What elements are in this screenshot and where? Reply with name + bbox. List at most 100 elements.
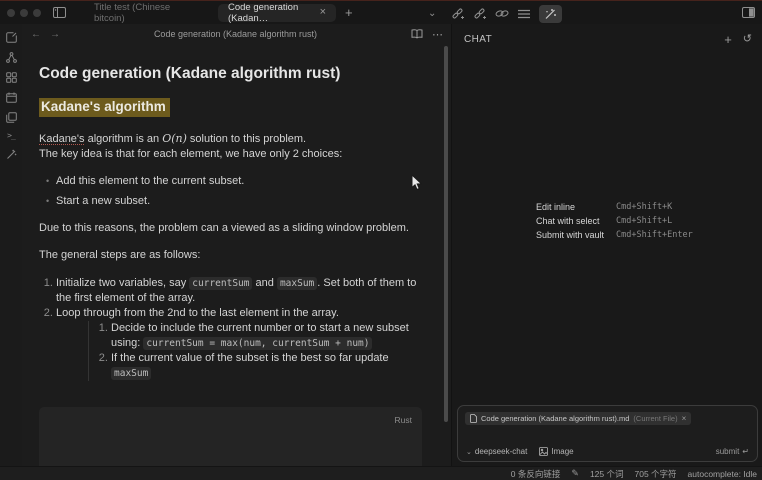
nested-steps-list: Decide to include the current number or … [88,321,422,381]
left-sidebar-toggle-icon[interactable] [53,7,66,18]
word-count: 125 个词 [590,468,624,480]
graph-view-icon[interactable] [5,51,17,63]
chat-panel-title: CHAT [464,34,724,45]
chip-current-file-badge: (Current File) [633,414,677,423]
paragraph-general-steps: The general steps are as follows: [39,248,422,263]
chat-input-box[interactable]: Code generation (Kadane algorithm rust).… [457,405,758,462]
autocomplete-status: autocomplete: Idle [688,469,757,479]
code-block: Rust [39,407,422,466]
chip-close-icon[interactable]: × [682,414,687,423]
more-options-icon[interactable]: ⋯ [432,28,443,41]
list-item: Loop through from the 2nd to the last el… [56,306,422,381]
links-icon[interactable] [495,8,509,19]
text-run: algorithm is an [85,133,163,145]
mouse-cursor [411,174,423,191]
nav-back-icon[interactable]: ← [31,29,41,40]
list-item: Start a new subset. [56,194,422,209]
minimize-window-button[interactable] [20,9,28,17]
text-run: The key idea is that for each element, w… [39,147,422,162]
model-selector[interactable]: ⌄ deepseek-chat [466,447,527,456]
editor-header: ← → Code generation (Kadane algorithm ru… [22,24,451,44]
text-run: solution to this problem. [187,133,306,145]
magic-wand-icon[interactable] [539,5,562,23]
new-note-icon[interactable] [5,31,17,43]
zoom-window-button[interactable] [33,9,41,17]
inline-code: currentSum [189,277,252,290]
main-area: >_ ← → Code generation (Kadane algorithm… [0,24,762,466]
breadcrumb: Code generation (Kadane algorithm rust) [60,29,411,39]
math-on: O(n) [162,132,187,145]
tab-title-test[interactable]: Title test (Chinese bitcoin) [84,1,212,24]
model-name: deepseek-chat [475,447,527,456]
char-count: 705 个字符 [634,468,676,480]
edit-mode-pencil-icon[interactable]: ✎ [571,468,579,479]
highlighted-heading: Kadane's algorithm [39,98,170,117]
choice-list: Add this element to the current subset. … [39,174,422,209]
backlinks-count[interactable]: 0 条反向链接 [511,468,561,480]
enter-key-icon: ↵ [742,447,749,456]
list-icon[interactable] [518,9,530,19]
toolbar-icons: ⌄ [428,2,562,25]
image-icon [539,447,548,456]
add-link-alt-icon[interactable] [473,7,486,20]
reading-view-book-icon[interactable] [411,29,423,39]
tab-label: Code generation (Kadan… [228,2,312,24]
list-item: Decide to include the current number or … [111,321,422,351]
window-top-accent [0,0,762,1]
shortcut-keys: Cmd+Shift+L [616,216,693,226]
note-content: Code generation (Kadane algorithm rust) … [22,65,451,466]
templates-icon[interactable] [5,111,17,123]
status-bar: 0 条反向链接 ✎ 125 个词 705 个字符 autocomplete: I… [0,466,762,480]
chat-history-icon[interactable]: ↺ [743,34,752,45]
steps-list: Initialize two variables, say currentSum… [39,276,422,381]
chevron-down-icon[interactable]: ⌄ [428,8,436,19]
shortcut-label: Chat with select [536,216,606,226]
list-item: Add this element to the current subset. [56,174,422,189]
right-sidebar-toggle-icon[interactable] [742,7,755,18]
editor-scrollbar[interactable] [444,46,448,422]
traffic-lights [0,9,49,17]
paragraph-intro: Kadane's algorithm is an O(n) solution t… [39,131,422,162]
wand-ribbon-icon[interactable] [5,148,17,160]
title-bar: Title test (Chinese bitcoin) Code genera… [0,1,762,24]
app-window: Title test (Chinese bitcoin) Code genera… [0,0,762,480]
inline-code: maxSum [111,367,151,380]
submit-button[interactable]: submit ↵ [716,447,749,456]
inline-code: maxSum [277,277,317,290]
chat-input-toolbar: ⌄ deepseek-chat Image submit ↵ [466,447,749,456]
shortcut-label: Edit inline [536,202,606,212]
chat-shortcuts: Edit inline Cmd+Shift+K Chat with select… [536,202,693,240]
chevron-down-icon: ⌄ [466,448,472,456]
code-block-language-label: Rust [395,413,412,428]
left-ribbon: >_ [0,24,22,466]
shortcut-keys: Cmd+Shift+Enter [616,230,693,240]
nav-forward-icon[interactable]: → [50,29,60,40]
close-window-button[interactable] [7,9,15,17]
chat-panel: CHAT + ↺ Edit inline Cmd+Shift+K Chat wi… [452,24,762,466]
canvas-grid-icon[interactable] [5,71,17,83]
image-label: Image [551,447,573,456]
terminal-icon[interactable]: >_ [7,131,15,140]
context-file-chip[interactable]: Code generation (Kadane algorithm rust).… [465,412,691,425]
new-chat-icon[interactable]: + [724,33,732,46]
inline-code: currentSum = max(num, currentSum + num) [143,337,372,350]
list-item: If the current value of the subset is th… [111,351,422,381]
list-item: Initialize two variables, say currentSum… [56,276,422,306]
misspelled-word: Kadane's [39,133,85,145]
chat-header: CHAT + ↺ [452,24,762,46]
submit-label: submit [716,447,740,456]
paragraph-sliding-window: Due to this reasons, the problem can a v… [39,221,422,236]
file-icon [470,414,477,423]
tab-close-icon[interactable]: × [320,7,326,18]
chip-filename: Code generation (Kadane algorithm rust).… [481,414,629,423]
daily-note-calendar-icon[interactable] [5,91,17,103]
add-link-icon[interactable] [451,7,464,20]
image-attach-button[interactable]: Image [539,447,573,456]
new-tab-button[interactable]: + [345,5,353,20]
shortcut-keys: Cmd+Shift+K [616,202,693,212]
tab-label: Title test (Chinese bitcoin) [94,2,202,24]
tab-code-generation[interactable]: Code generation (Kadan… × [218,4,336,22]
editor-pane: ← → Code generation (Kadane algorithm ru… [22,24,452,466]
shortcut-label: Submit with vault [536,230,606,240]
note-title: Code generation (Kadane algorithm rust) [39,65,422,82]
